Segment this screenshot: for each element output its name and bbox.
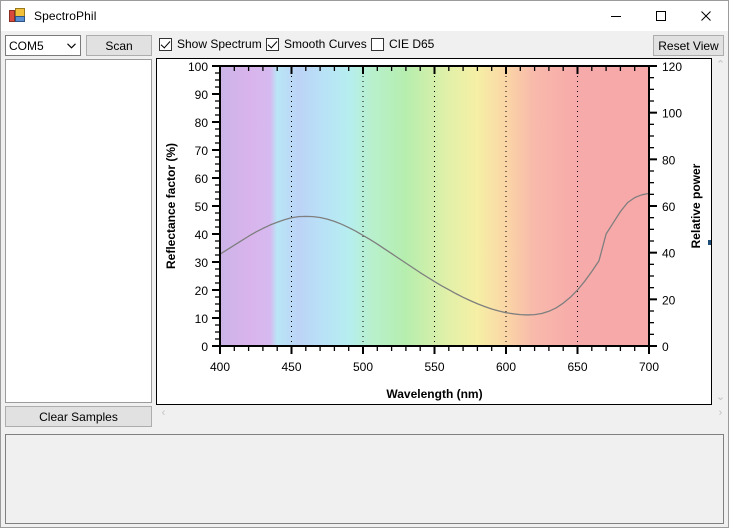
checkbox-cie-d65-box[interactable] (371, 37, 384, 51)
x-tick-label: 500 (353, 360, 373, 374)
checkbox-show-spectrum-label: Show Spectrum (177, 37, 262, 51)
checkbox-smooth-curves-label: Smooth Curves (284, 37, 367, 51)
chart-panel[interactable]: 400 450 500 550 600 650 700 0 10 20 30 40 50 60 70 80 90… (156, 58, 712, 405)
y-tick-label: 90 (195, 88, 209, 102)
y-tick-label: 50 (195, 200, 209, 214)
com-port-select[interactable]: COM5 (5, 35, 81, 56)
window-controls (593, 1, 728, 31)
close-button[interactable] (683, 1, 728, 31)
checkbox-show-spectrum[interactable]: Show Spectrum (159, 37, 262, 51)
y-tick-label: 80 (195, 116, 209, 130)
reset-view-button[interactable]: Reset View (653, 35, 724, 56)
checkbox-smooth-curves-box[interactable] (266, 37, 279, 51)
status-panel (5, 434, 724, 524)
y-tick-label: 20 (195, 284, 209, 298)
y2-axis-label: Relative power (689, 163, 703, 248)
x-tick-label: 550 (424, 360, 444, 374)
app-icon (9, 8, 25, 24)
scan-button[interactable]: Scan (86, 35, 152, 56)
scroll-up-icon[interactable]: ⌃ (713, 58, 728, 73)
com-port-value: COM5 (9, 38, 44, 53)
y-tick-label: 60 (195, 172, 209, 186)
minimize-button[interactable] (593, 1, 638, 31)
y-tick-label: 10 (195, 312, 209, 326)
toolbar: COM5 Scan Show Spectrum Smooth Curves CI… (1, 31, 728, 59)
x-tick-label: 600 (496, 360, 516, 374)
y2-tick-label: 80 (662, 153, 676, 167)
y2-tick-label: 100 (662, 107, 682, 121)
checkbox-smooth-curves[interactable]: Smooth Curves (266, 37, 367, 51)
y-axis-label: Reflectance factor (%) (164, 143, 178, 269)
close-icon (700, 11, 711, 21)
y2-tick-label: 40 (662, 247, 676, 261)
chevron-down-icon (63, 36, 80, 55)
y2-tick-label: 60 (662, 200, 676, 214)
title-bar: SpectroPhil (1, 1, 728, 31)
scroll-down-icon[interactable]: ⌄ (713, 390, 728, 405)
chart-vertical-scrollbar[interactable]: ⌃ ⌄ (713, 58, 728, 405)
chart-edge-marker (708, 240, 711, 245)
window-title: SpectroPhil (34, 9, 97, 23)
scroll-left-icon[interactable]: ‹ (156, 406, 171, 421)
spectrum-chart: 400 450 500 550 600 650 7000102030405060708090… (164, 60, 703, 401)
sample-list[interactable] (5, 59, 152, 403)
y-tick-label: 40 (195, 228, 209, 242)
maximize-icon (655, 11, 666, 21)
checkbox-show-spectrum-box[interactable] (159, 37, 172, 51)
y2-tick-label: 120 (662, 60, 682, 74)
minimize-icon (610, 16, 621, 17)
y-tick-label: 70 (195, 144, 209, 158)
checkbox-cie-d65[interactable]: CIE D65 (371, 37, 434, 51)
y2-tick-label: 0 (662, 340, 669, 354)
clear-samples-button[interactable]: Clear Samples (5, 406, 152, 427)
x-tick-label: 450 (281, 360, 301, 374)
x-tick-label: 400 (210, 360, 230, 374)
y-tick-label: 30 (195, 256, 209, 270)
chart-horizontal-scrollbar[interactable]: ‹ › (156, 405, 728, 422)
x-tick-label: 650 (567, 360, 587, 374)
x-tick-label: 700 (639, 360, 659, 374)
maximize-button[interactable] (638, 1, 683, 31)
y2-tick-label: 20 (662, 293, 676, 307)
checkbox-cie-d65-label: CIE D65 (389, 37, 435, 51)
app-window: SpectroPhil COM5 Scan Show Spectrum Smoo… (0, 0, 729, 528)
y-tick-label: 100 (188, 60, 208, 74)
scroll-right-icon[interactable]: › (713, 406, 728, 421)
x-axis-label: Wavelength (nm) (386, 387, 482, 401)
y-tick-label: 0 (201, 340, 208, 354)
